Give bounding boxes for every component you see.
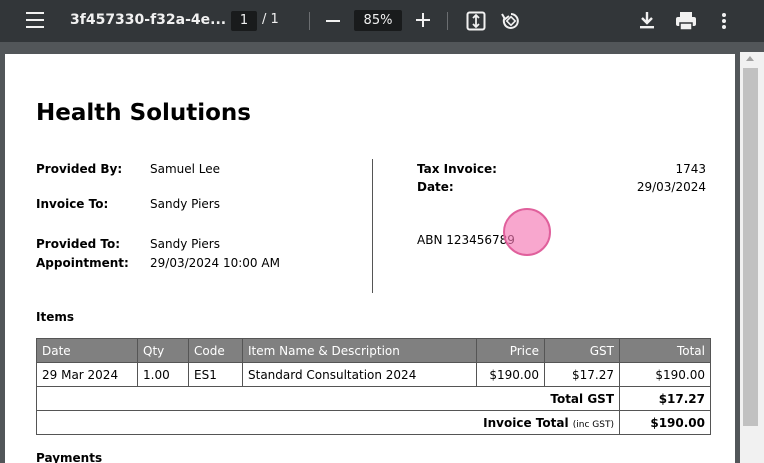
- pdf-toolbar: 3f457330-f32a-4e... 1 / 1 85%: [0, 0, 764, 42]
- table-row: 29 Mar 2024 1.00 ES1 Standard Consultati…: [36, 362, 711, 387]
- column-header-qty: Qty: [137, 338, 189, 363]
- column-header-code: Code: [188, 338, 243, 363]
- zoom-level-input[interactable]: 85%: [354, 10, 402, 31]
- cell-qty: 1.00: [137, 362, 189, 387]
- column-header-gst: GST: [544, 338, 620, 363]
- provided-by-label: Provided By:: [36, 162, 123, 176]
- page-number-input[interactable]: 1: [231, 11, 257, 31]
- provided-to-value: Sandy Piers: [150, 237, 220, 251]
- print-icon[interactable]: [675, 11, 697, 31]
- total-gst-label: Total GST: [36, 386, 620, 411]
- cell-total: $190.00: [619, 362, 711, 387]
- page-total: / 1: [262, 12, 279, 27]
- invoice-to-label: Invoice To:: [36, 197, 109, 211]
- items-heading: Items: [36, 310, 74, 324]
- invoice-total-row: Invoice Total (inc GST) $190.00: [36, 410, 711, 435]
- invoice-total-value: $190.00: [619, 410, 711, 435]
- payments-heading: Payments: [36, 451, 103, 463]
- total-gst-value: $17.27: [619, 386, 711, 411]
- zoom-out-icon[interactable]: [326, 20, 340, 22]
- total-gst-row: Total GST $17.27: [36, 386, 711, 411]
- appointment-value: 29/03/2024 10:00 AM: [150, 256, 280, 270]
- invoice-total-label: Invoice Total: [483, 415, 569, 430]
- menu-icon[interactable]: [26, 12, 44, 28]
- invoice-total-note: (inc GST): [572, 419, 614, 430]
- column-header-price: Price: [476, 338, 545, 363]
- more-options-icon[interactable]: [721, 12, 727, 30]
- cell-date: 29 Mar 2024: [36, 362, 138, 387]
- column-header-date: Date: [36, 338, 138, 363]
- company-name: Health Solutions: [36, 100, 251, 126]
- column-header-total: Total: [619, 338, 711, 363]
- zoom-in-icon-vertical[interactable]: [422, 13, 424, 27]
- provided-by-value: Samuel Lee: [150, 162, 221, 176]
- invoice-total-label-cell: Invoice Total (inc GST): [36, 410, 620, 435]
- cell-code: ES1: [188, 362, 243, 387]
- appointment-label: Appointment:: [36, 256, 129, 270]
- toolbar-divider: [447, 12, 448, 30]
- table-header-row: Date Qty Code Item Name & Description Pr…: [36, 338, 711, 363]
- rotate-icon[interactable]: [500, 10, 522, 32]
- fit-to-page-icon[interactable]: [466, 11, 486, 31]
- vertical-divider: [372, 159, 373, 293]
- invoice-to-value: Sandy Piers: [150, 197, 220, 211]
- column-header-description: Item Name & Description: [242, 338, 477, 363]
- pdf-page: Health Solutions Provided By: Samuel Lee…: [5, 54, 735, 463]
- cell-gst: $17.27: [544, 362, 620, 387]
- scrollbar-thumb[interactable]: [743, 68, 758, 426]
- cell-description: Standard Consultation 2024: [242, 362, 477, 387]
- items-table: Date Qty Code Item Name & Description Pr…: [36, 338, 711, 435]
- abn-text: ABN 123456789: [417, 233, 515, 247]
- cell-price: $190.00: [476, 362, 545, 387]
- cursor-highlight: [503, 208, 551, 256]
- tax-invoice-value: 1743: [675, 162, 706, 176]
- date-label: Date:: [417, 180, 454, 194]
- document-title: 3f457330-f32a-4e...: [70, 12, 227, 28]
- provided-to-label: Provided To:: [36, 237, 121, 251]
- date-value: 29/03/2024: [636, 180, 706, 194]
- toolbar-divider: [309, 12, 310, 30]
- download-icon[interactable]: [638, 10, 656, 30]
- scroll-up-arrow-icon[interactable]: [746, 56, 754, 61]
- tax-invoice-label: Tax Invoice:: [417, 162, 497, 176]
